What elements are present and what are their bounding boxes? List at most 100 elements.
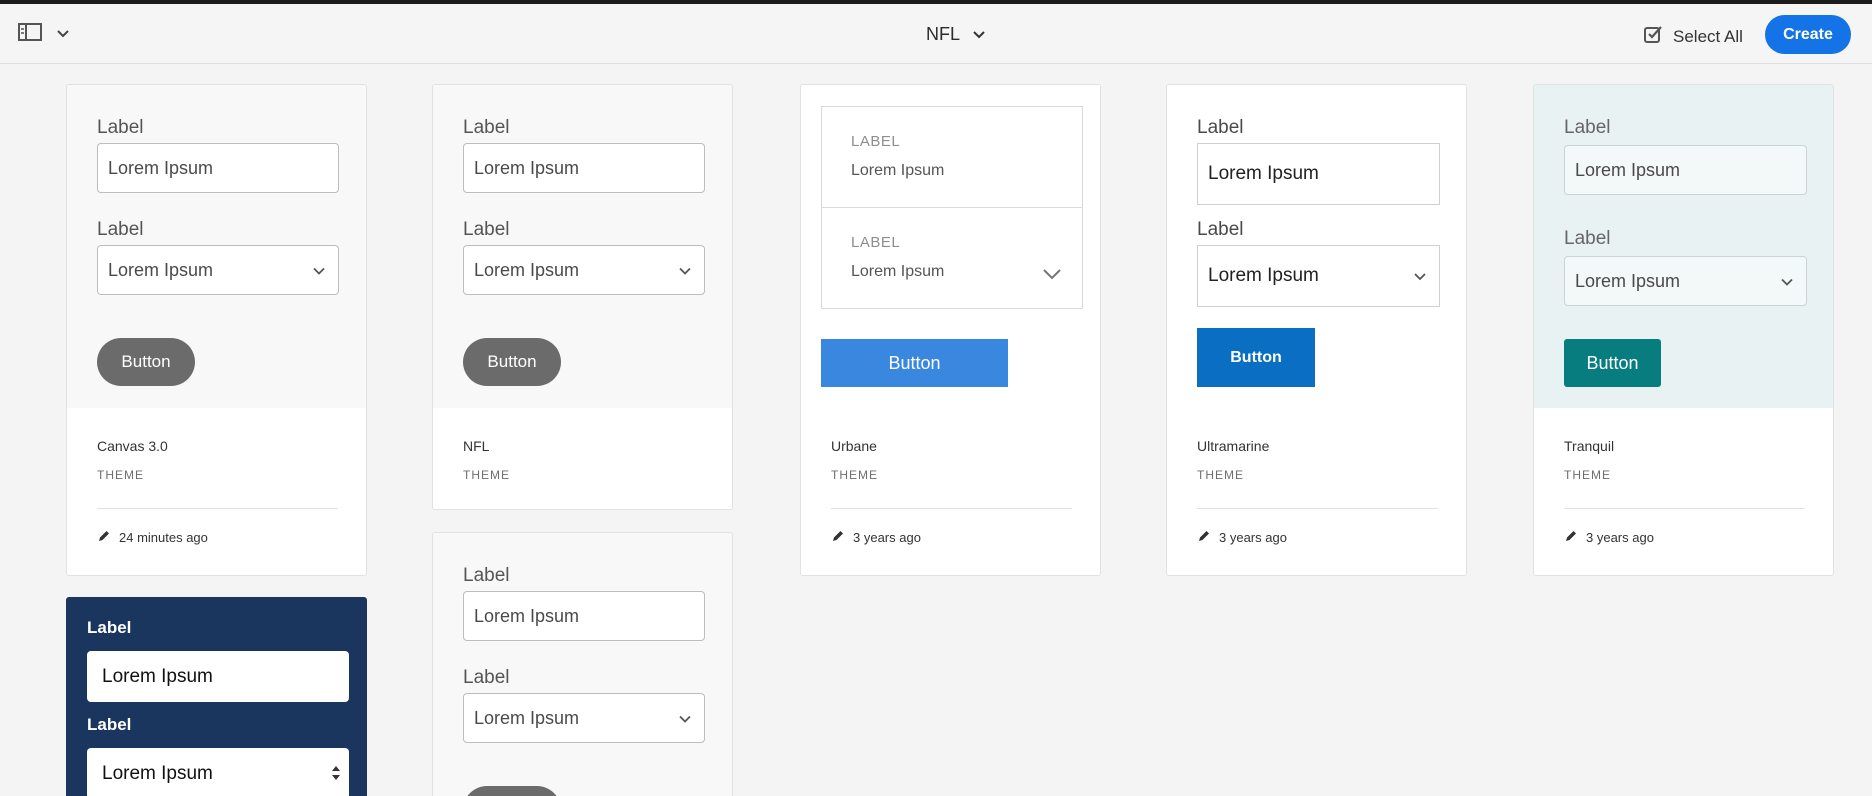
preview-label: Label xyxy=(1197,219,1244,240)
card-meta: NFL THEME xyxy=(433,408,732,509)
preview-text-field: Lorem Ipsum xyxy=(463,591,705,641)
preview-field-value: Lorem Ipsum xyxy=(108,157,214,178)
preview-select: Lorem Ipsum xyxy=(87,748,349,796)
preview-button: Button xyxy=(1197,328,1315,387)
pencil-icon xyxy=(1564,529,1578,546)
theme-card-ultramarine[interactable]: Label Lorem Ipsum Label Lorem Ipsum Butt… xyxy=(1166,84,1467,576)
card-divider xyxy=(1197,508,1438,509)
preview-dropdown: Lorem Ipsum xyxy=(463,245,705,295)
preview-dropdown: Lorem Ipsum xyxy=(1564,256,1807,306)
chevron-down-icon xyxy=(678,708,692,729)
preview-field-value: Lorem Ipsum xyxy=(474,157,580,178)
card-modified: 3 years ago xyxy=(1564,529,1654,546)
card-divider xyxy=(1564,508,1805,509)
card-meta: Canvas 3.0 THEME 24 minutes ago xyxy=(67,408,366,575)
rail-toggle-button[interactable] xyxy=(18,22,70,47)
theme-card-urbane[interactable]: LABEL Lorem Ipsum LABEL Lorem Ipsum Butt… xyxy=(800,84,1101,576)
preview-text-field: Lorem Ipsum xyxy=(87,651,349,702)
pencil-icon xyxy=(1197,529,1211,546)
preview-label: Label xyxy=(1197,117,1244,138)
chevron-down-icon xyxy=(56,26,70,44)
preview-label: LABEL xyxy=(851,133,901,150)
preview-label: Label xyxy=(97,219,144,240)
theme-card-canvas[interactable]: Label Lorem Ipsum Label Lorem Ipsum Butt… xyxy=(66,84,367,576)
preview-field-value: Lorem Ipsum xyxy=(474,707,580,728)
create-button[interactable]: Create xyxy=(1765,15,1851,54)
preview-field-value: Lorem Ipsum xyxy=(851,162,945,179)
chevron-down-icon xyxy=(1780,271,1794,292)
preview-label: Label xyxy=(463,117,510,138)
theme-preview: Label Lorem Ipsum Label Lorem Ipsum Butt… xyxy=(1167,85,1466,408)
card-meta: Ultramarine THEME 3 years ago xyxy=(1167,408,1466,575)
theme-card-second[interactable]: Label Lorem Ipsum Label Lorem Ipsum xyxy=(432,532,733,796)
theme-card-nfl[interactable]: Label Lorem Ipsum Label Lorem Ipsum Butt… xyxy=(432,84,733,510)
theme-switcher[interactable]: NFL xyxy=(926,24,986,45)
preview-label: Label xyxy=(463,219,510,240)
preview-text-field: Lorem Ipsum xyxy=(97,143,339,193)
card-type: THEME xyxy=(1197,468,1244,482)
modified-time: 3 years ago xyxy=(853,530,921,545)
preview-field-group: LABEL Lorem Ipsum LABEL Lorem Ipsum xyxy=(821,106,1083,309)
preview-label: Label xyxy=(97,117,144,138)
card-modified: 3 years ago xyxy=(1197,529,1287,546)
preview-text-field: Lorem Ipsum xyxy=(463,143,705,193)
page-title: NFL xyxy=(926,24,961,44)
card-divider xyxy=(831,508,1072,509)
preview-label: Label xyxy=(87,715,132,734)
panel-toggle-icon xyxy=(18,22,42,47)
modified-time: 24 minutes ago xyxy=(119,530,208,545)
card-title: Urbane xyxy=(831,438,877,454)
preview-label: Label xyxy=(463,667,510,688)
preview-dropdown: Lorem Ipsum xyxy=(463,693,705,743)
pencil-icon xyxy=(97,529,111,546)
preview-text-field: Lorem Ipsum xyxy=(1564,145,1807,195)
preview-field-value: Lorem Ipsum xyxy=(1575,159,1681,180)
theme-preview: LABEL Lorem Ipsum LABEL Lorem Ipsum Butt… xyxy=(801,85,1100,408)
preview-button xyxy=(463,786,561,796)
chevron-down-icon xyxy=(1413,265,1427,287)
preview-text-field: Lorem Ipsum xyxy=(1197,143,1440,205)
preview-label: LABEL xyxy=(851,234,901,251)
app-header: NFL Select All Create xyxy=(0,4,1872,64)
preview-label: Label xyxy=(87,618,132,637)
modified-time: 3 years ago xyxy=(1219,530,1287,545)
preview-dropdown: Lorem Ipsum xyxy=(97,245,339,295)
preview-button: Button xyxy=(1564,339,1661,387)
chevron-down-icon xyxy=(972,24,986,45)
preview-button: Button xyxy=(463,338,561,386)
card-modified: 3 years ago xyxy=(831,529,921,546)
card-type: THEME xyxy=(1564,468,1611,482)
card-type: THEME xyxy=(463,468,510,482)
select-arrows-icon xyxy=(331,765,341,787)
preview-field-value: Lorem Ipsum xyxy=(1208,265,1319,286)
chevron-down-icon xyxy=(1042,267,1062,285)
theme-preview: Label Lorem Ipsum Label Lorem Ipsum Butt… xyxy=(67,85,366,408)
modified-time: 3 years ago xyxy=(1586,530,1654,545)
theme-card-navy[interactable]: Label Lorem Ipsum Label Lorem Ipsum xyxy=(66,597,367,796)
chevron-down-icon xyxy=(678,260,692,281)
card-meta: Urbane THEME 3 years ago xyxy=(801,408,1100,575)
card-divider xyxy=(97,508,338,509)
preview-field-value: Lorem Ipsum xyxy=(108,259,214,280)
card-type: THEME xyxy=(97,468,144,482)
preview-field-value: Lorem Ipsum xyxy=(1208,163,1319,184)
theme-card-tranquil[interactable]: Label Lorem Ipsum Label Lorem Ipsum Butt… xyxy=(1533,84,1834,576)
preview-label: Label xyxy=(1564,228,1611,249)
checkbox-checked-icon xyxy=(1643,24,1663,49)
card-title: Ultramarine xyxy=(1197,438,1270,454)
theme-preview: Label Lorem Ipsum Label Lorem Ipsum Butt… xyxy=(433,85,732,408)
preview-label: Label xyxy=(463,565,510,586)
card-meta: Tranquil THEME 3 years ago xyxy=(1534,408,1833,575)
preview-field-value: Lorem Ipsum xyxy=(102,762,213,784)
preview-label: Label xyxy=(1564,117,1611,138)
preview-button: Button xyxy=(97,338,195,386)
preview-field-value: Lorem Ipsum xyxy=(474,259,580,280)
preview-field-value: Lorem Ipsum xyxy=(474,605,580,626)
preview-field-value: Lorem Ipsum xyxy=(102,665,213,687)
preview-button: Button xyxy=(821,339,1008,387)
preview-field-value: Lorem Ipsum xyxy=(851,263,945,280)
card-title: Canvas 3.0 xyxy=(97,438,168,454)
select-all-button[interactable]: Select All xyxy=(1643,24,1743,49)
card-title: NFL xyxy=(463,438,490,454)
preview-dropdown: Lorem Ipsum xyxy=(1197,245,1440,307)
